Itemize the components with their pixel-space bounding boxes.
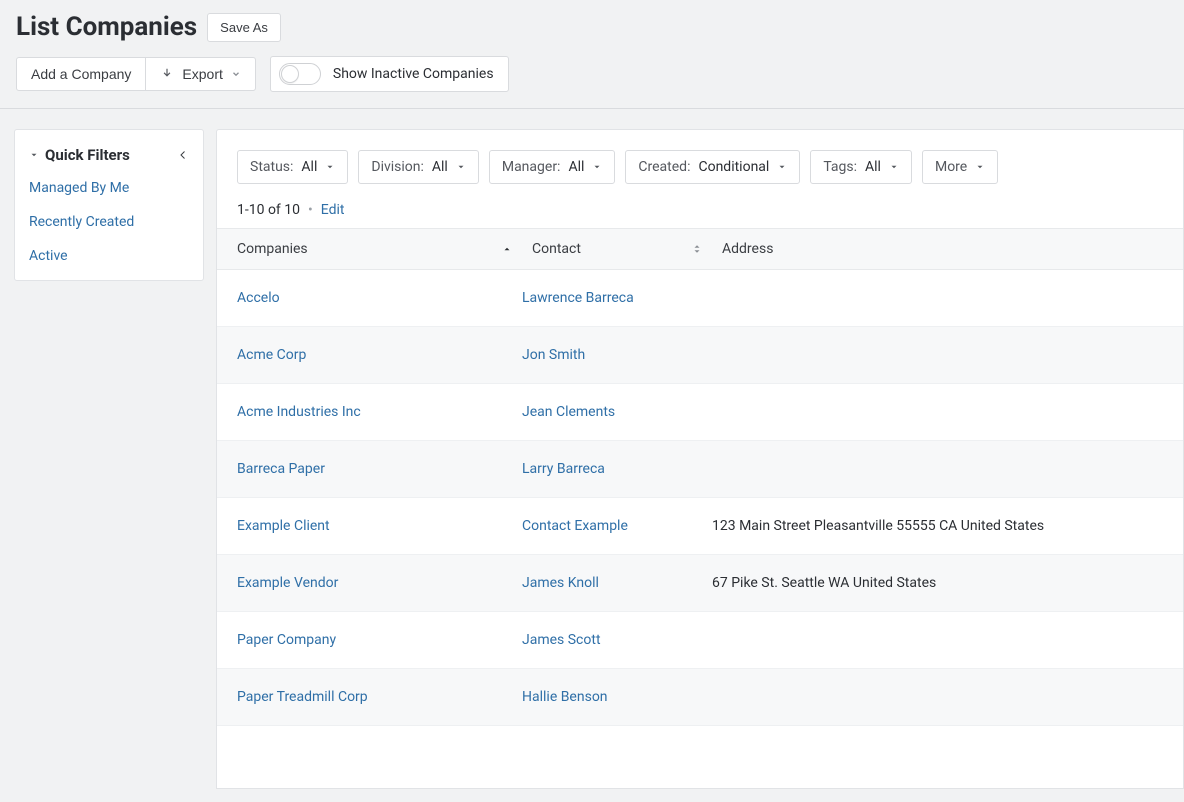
result-count: 1-10 of 10 bbox=[237, 202, 300, 218]
more-filters-button[interactable]: More bbox=[922, 150, 998, 184]
quick-filters-title: Quick Filters bbox=[45, 146, 130, 164]
company-link[interactable]: Paper Company bbox=[217, 632, 522, 648]
chevron-down-icon bbox=[889, 162, 899, 172]
chevron-down-icon bbox=[975, 162, 985, 172]
filter-label: Division: bbox=[371, 159, 424, 175]
quick-filter-item[interactable]: Active bbox=[29, 248, 189, 264]
company-link[interactable]: Barreca Paper bbox=[217, 461, 522, 477]
company-link[interactable]: Acme Industries Inc bbox=[217, 404, 522, 420]
column-label: Companies bbox=[237, 241, 308, 257]
column-header-companies[interactable]: Companies bbox=[217, 229, 522, 269]
chevron-down-icon bbox=[592, 162, 602, 172]
caret-down-icon[interactable] bbox=[29, 150, 39, 160]
address-cell: 67 Pike St. Seattle WA United States bbox=[712, 575, 1183, 591]
company-link[interactable]: Accelo bbox=[217, 290, 522, 306]
filter-label: Manager: bbox=[502, 159, 561, 175]
contact-link[interactable]: Jean Clements bbox=[522, 404, 712, 420]
page-title: List Companies bbox=[16, 12, 197, 42]
filter-value: All bbox=[568, 159, 584, 175]
company-link[interactable]: Paper Treadmill Corp bbox=[217, 689, 522, 705]
filter-label: Created: bbox=[638, 159, 690, 175]
contact-link[interactable]: Lawrence Barreca bbox=[522, 290, 712, 306]
more-label: More bbox=[935, 159, 967, 175]
table-row: Example ClientContact Example123 Main St… bbox=[217, 498, 1183, 555]
contact-link[interactable]: James Scott bbox=[522, 632, 712, 648]
main-content: Status: AllDivision: AllManager: AllCrea… bbox=[216, 129, 1184, 789]
column-header-contact[interactable]: Contact bbox=[522, 229, 712, 269]
filter-label: Tags: bbox=[823, 159, 857, 175]
filter-label: Status: bbox=[250, 159, 293, 175]
export-button[interactable]: Export bbox=[146, 57, 255, 91]
chevron-down-icon bbox=[325, 162, 335, 172]
separator-dot: • bbox=[308, 202, 313, 218]
contact-link[interactable]: Larry Barreca bbox=[522, 461, 712, 477]
download-icon bbox=[160, 67, 174, 81]
sort-asc-icon bbox=[502, 244, 512, 254]
column-header-address[interactable]: Address bbox=[712, 229, 1183, 269]
company-link[interactable]: Acme Corp bbox=[217, 347, 522, 363]
quick-filter-item[interactable]: Recently Created bbox=[29, 214, 189, 230]
toggle-label: Show Inactive Companies bbox=[333, 66, 494, 82]
export-label: Export bbox=[182, 66, 222, 82]
filter-pill[interactable]: Created: Conditional bbox=[625, 150, 800, 184]
table-row: Example VendorJames Knoll67 Pike St. Sea… bbox=[217, 555, 1183, 612]
chevron-down-icon bbox=[231, 69, 241, 79]
table-row: AcceloLawrence Barreca bbox=[217, 270, 1183, 327]
contact-link[interactable]: Jon Smith bbox=[522, 347, 712, 363]
toggle-track bbox=[279, 63, 321, 85]
column-label: Address bbox=[722, 241, 773, 257]
contact-link[interactable]: James Knoll bbox=[522, 575, 712, 591]
table-row: Paper CompanyJames Scott bbox=[217, 612, 1183, 669]
filter-value: Conditional bbox=[698, 159, 769, 175]
edit-link[interactable]: Edit bbox=[321, 202, 345, 218]
filter-value: All bbox=[301, 159, 317, 175]
chevron-down-icon bbox=[777, 162, 787, 172]
column-label: Contact bbox=[532, 241, 581, 257]
table-row: Barreca PaperLarry Barreca bbox=[217, 441, 1183, 498]
company-link[interactable]: Example Client bbox=[217, 518, 522, 534]
chevron-down-icon bbox=[456, 162, 466, 172]
quick-filters-sidebar: Quick Filters Managed By Me Recently Crea… bbox=[14, 129, 204, 281]
contact-link[interactable]: Hallie Benson bbox=[522, 689, 712, 705]
sort-both-icon bbox=[692, 242, 702, 256]
table-row: Acme CorpJon Smith bbox=[217, 327, 1183, 384]
save-as-button[interactable]: Save As bbox=[207, 13, 281, 42]
filter-pill[interactable]: Tags: All bbox=[810, 150, 912, 184]
table-row: Acme Industries IncJean Clements bbox=[217, 384, 1183, 441]
show-inactive-toggle[interactable]: Show Inactive Companies bbox=[270, 56, 509, 92]
address-cell: 123 Main Street Pleasantville 55555 CA U… bbox=[712, 518, 1183, 534]
filter-value: All bbox=[432, 159, 448, 175]
filter-pill[interactable]: Manager: All bbox=[489, 150, 616, 184]
company-link[interactable]: Example Vendor bbox=[217, 575, 522, 591]
quick-filter-item[interactable]: Managed By Me bbox=[29, 180, 189, 196]
toggle-knob bbox=[281, 65, 299, 83]
collapse-sidebar-icon[interactable] bbox=[177, 148, 189, 162]
add-company-button[interactable]: Add a Company bbox=[16, 57, 146, 91]
table-row: Paper Treadmill CorpHallie Benson bbox=[217, 669, 1183, 726]
filter-pill[interactable]: Division: All bbox=[358, 150, 478, 184]
contact-link[interactable]: Contact Example bbox=[522, 518, 712, 534]
filter-pill[interactable]: Status: All bbox=[237, 150, 348, 184]
filter-value: All bbox=[865, 159, 881, 175]
